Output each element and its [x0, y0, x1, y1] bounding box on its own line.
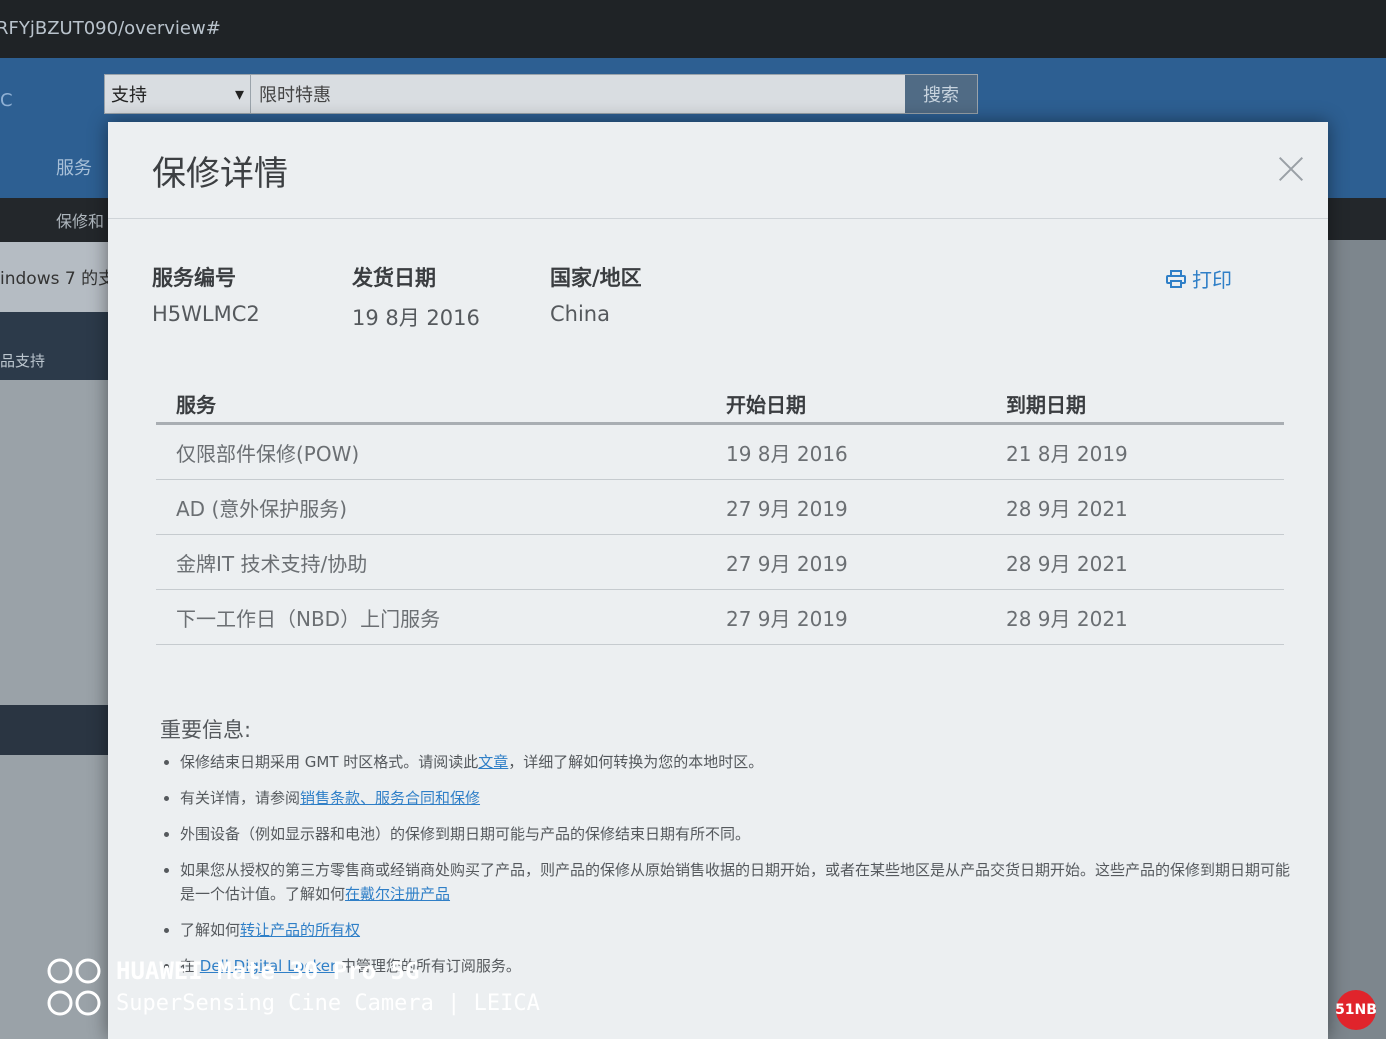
search-input[interactable]: 限时特惠: [251, 81, 905, 107]
page-dark-block: [0, 705, 108, 755]
logo-fragment: C: [0, 90, 13, 111]
info-text: 有关详情，请参阅: [180, 789, 301, 807]
notice-text: indows 7 的支: [0, 269, 116, 289]
column-header-end-date: 到期日期: [986, 384, 1284, 425]
start-date: 19 8月 2016: [706, 423, 986, 480]
modal-title: 保修详情: [152, 154, 288, 194]
end-date: 21 8月 2019: [986, 423, 1284, 480]
service-name: 下一工作日（NBD）上门服务: [156, 589, 706, 645]
start-date: 27 9月 2019: [706, 479, 986, 535]
article-link[interactable]: 文章: [478, 753, 508, 771]
page-overlay-right: [1328, 240, 1386, 1039]
service-name: AD (意外保护服务): [156, 479, 706, 535]
leica-rings-icon: [47, 958, 101, 984]
service-tag-label: 服务编号: [152, 266, 236, 290]
end-date: 28 9月 2021: [986, 479, 1284, 535]
service-tag-block: 服务编号 H5WLMC2: [152, 262, 260, 326]
service-name: 仅限部件保修(POW): [156, 423, 706, 480]
table-row: AD (意外保护服务) 27 9月 2019 28 9月 2021: [156, 479, 1284, 535]
info-text: ，详细了解如何转换为您的本地时区。: [508, 753, 764, 771]
info-text: 保修结束日期采用 GMT 时区格式。请阅读此: [180, 753, 479, 771]
warranty-details-modal: 保修详情 服务编号 H5WLMC2 发货日期 19 8月 2016 国家/地区 …: [108, 122, 1328, 1039]
subnav-item-warranty[interactable]: 保修和: [56, 208, 104, 232]
services-table: 服务 开始日期 到期日期 仅限部件保修(POW) 19 8月 2016 21 8…: [156, 384, 1284, 645]
print-label: 打印: [1192, 268, 1232, 292]
printer-icon: [1166, 269, 1186, 288]
terms-link[interactable]: 销售条款、服务合同和保修: [300, 789, 480, 807]
start-date: 27 9月 2019: [706, 589, 986, 645]
service-name: 金牌IT 技术支持/协助: [156, 534, 706, 590]
watermark-row-1: HUAWEI Mate 30 Pro 5G: [46, 955, 540, 987]
list-item: 有关详情，请参阅销售条款、服务合同和保修: [180, 786, 1300, 810]
column-header-service: 服务: [156, 384, 706, 425]
leica-rings-icon: [47, 990, 101, 1016]
url-text: RFYjBZUT090/overview#: [0, 18, 221, 39]
country-value: China: [550, 302, 610, 326]
search-bar: 支持 ▾ 限时特惠 搜索: [104, 74, 978, 114]
watermark-camera: SuperSensing Cine Camera | LEICA: [116, 990, 540, 1016]
column-header-start-date: 开始日期: [706, 384, 986, 425]
watermark-row-2: SuperSensing Cine Camera | LEICA: [46, 987, 540, 1019]
list-item: 如果您从授权的第三方零售商或经销商处购买了产品，则产品的保修从原始销售收据的日期…: [180, 858, 1300, 906]
watermark-device: HUAWEI Mate 30 Pro 5G: [116, 957, 420, 985]
important-info-list: 保修结束日期采用 GMT 时区格式。请阅读此文章，详细了解如何转换为您的本地时区…: [160, 750, 1300, 990]
list-item: 保修结束日期采用 GMT 时区格式。请阅读此文章，详细了解如何转换为您的本地时区…: [180, 750, 1300, 774]
print-link[interactable]: 打印: [1166, 264, 1232, 293]
table-row: 金牌IT 技术支持/协助 27 9月 2019 28 9月 2021: [156, 534, 1284, 590]
search-category-select[interactable]: 支持 ▾: [105, 75, 251, 113]
modal-header: 保修详情: [108, 122, 1328, 219]
important-info-title: 重要信息:: [160, 718, 252, 742]
site-badge: 51NB: [1335, 990, 1377, 1030]
caret-down-icon: ▾: [234, 83, 244, 105]
start-date: 27 9月 2019: [706, 534, 986, 590]
end-date: 28 9月 2021: [986, 534, 1284, 590]
ship-date-value: 19 8月 2016: [352, 306, 480, 330]
nav-item-services[interactable]: 服务: [56, 154, 92, 180]
register-product-link[interactable]: 在戴尔注册产品: [345, 885, 450, 903]
country-label: 国家/地区: [550, 266, 642, 290]
info-text: 外围设备（例如显示器和电池）的保修到期日期可能与产品的保修结束日期有所不同。: [180, 825, 751, 843]
table-row: 仅限部件保修(POW) 19 8月 2016 21 8月 2019: [156, 423, 1284, 480]
search-category-label: 支持: [111, 85, 147, 106]
ship-date-block: 发货日期 19 8月 2016: [352, 262, 480, 332]
transfer-ownership-link[interactable]: 转让产品的所有权: [240, 921, 360, 939]
camera-watermark: HUAWEI Mate 30 Pro 5G SuperSensing Cine …: [46, 955, 540, 1019]
info-text: 了解如何: [180, 921, 241, 939]
side-text: 品支持: [0, 352, 46, 370]
search-button[interactable]: 搜索: [905, 75, 977, 113]
ship-date-label: 发货日期: [352, 266, 436, 290]
close-icon[interactable]: [1278, 156, 1304, 182]
table-header-row: 服务 开始日期 到期日期: [156, 384, 1284, 425]
service-tag-value: H5WLMC2: [152, 302, 260, 326]
list-item: 了解如何转让产品的所有权: [180, 918, 1300, 942]
table-row: 下一工作日（NBD）上门服务 27 9月 2019 28 9月 2021: [156, 589, 1284, 645]
list-item: 外围设备（例如显示器和电池）的保修到期日期可能与产品的保修结束日期有所不同。: [180, 822, 1300, 846]
address-bar[interactable]: RFYjBZUT090/overview#: [0, 0, 1386, 58]
end-date: 28 9月 2021: [986, 589, 1284, 645]
country-block: 国家/地区 China: [550, 262, 642, 326]
